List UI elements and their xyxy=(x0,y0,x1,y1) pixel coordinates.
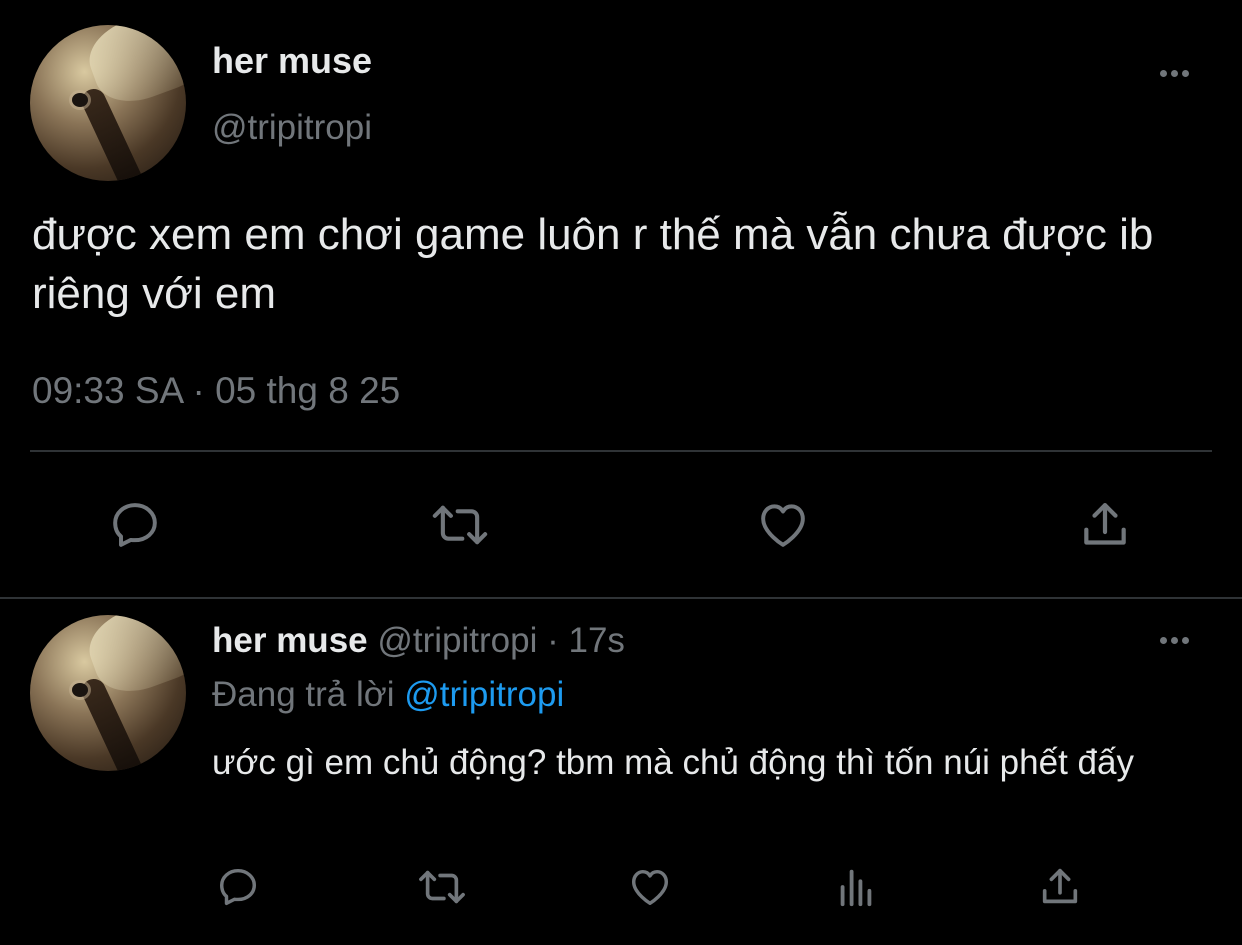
reply-icon xyxy=(113,503,157,547)
tweet-age: 17s xyxy=(568,621,625,660)
share-button[interactable] xyxy=(1070,490,1140,560)
analytics-icon xyxy=(840,869,872,907)
mention-link[interactable]: @tripitropi xyxy=(404,675,564,714)
more-options-icon[interactable] xyxy=(1160,637,1189,644)
analytics-button[interactable] xyxy=(830,861,882,913)
replying-to: Đang trả lời @tripitropi xyxy=(212,675,564,715)
reply-header: her muse @tripitropi · 17s xyxy=(212,621,625,661)
divider xyxy=(30,450,1212,452)
reply-button[interactable] xyxy=(212,861,264,913)
user-handle[interactable]: @tripitropi xyxy=(212,108,372,148)
tweet-timestamp[interactable]: 09:33 SA · 05 thg 8 25 xyxy=(32,370,400,412)
share-button[interactable] xyxy=(1034,861,1086,913)
tweet-text: được xem em chơi game luôn r thế mà vẫn … xyxy=(32,210,1154,318)
like-icon xyxy=(761,504,805,547)
main-tweet: her muse @tripitropi được xem em chơi ga… xyxy=(0,0,1242,598)
share-icon xyxy=(1042,868,1078,904)
reply-tweet[interactable]: her muse @tripitropi · 17s Đang trả lời … xyxy=(0,599,1242,945)
separator: · xyxy=(537,621,569,660)
more-options-icon[interactable] xyxy=(1160,70,1189,77)
avatar[interactable] xyxy=(30,615,186,771)
display-name[interactable]: her muse xyxy=(212,621,368,660)
share-icon xyxy=(1084,503,1126,545)
retweet-icon xyxy=(419,870,465,904)
replying-prefix: Đang trả lời xyxy=(212,675,405,714)
reply-icon xyxy=(219,868,257,906)
user-handle[interactable]: @tripitropi xyxy=(377,621,537,660)
reply-button[interactable] xyxy=(100,490,170,560)
like-icon xyxy=(631,869,669,906)
like-button[interactable] xyxy=(624,861,676,913)
retweet-button[interactable] xyxy=(422,490,498,560)
avatar[interactable] xyxy=(30,25,186,181)
retweet-button[interactable] xyxy=(412,861,472,913)
like-button[interactable] xyxy=(748,490,818,560)
display-name[interactable]: her muse xyxy=(212,40,372,82)
retweet-icon xyxy=(432,505,488,545)
tweet-text: ước gì em chủ động? tbm mà chủ động thì … xyxy=(212,743,1134,782)
